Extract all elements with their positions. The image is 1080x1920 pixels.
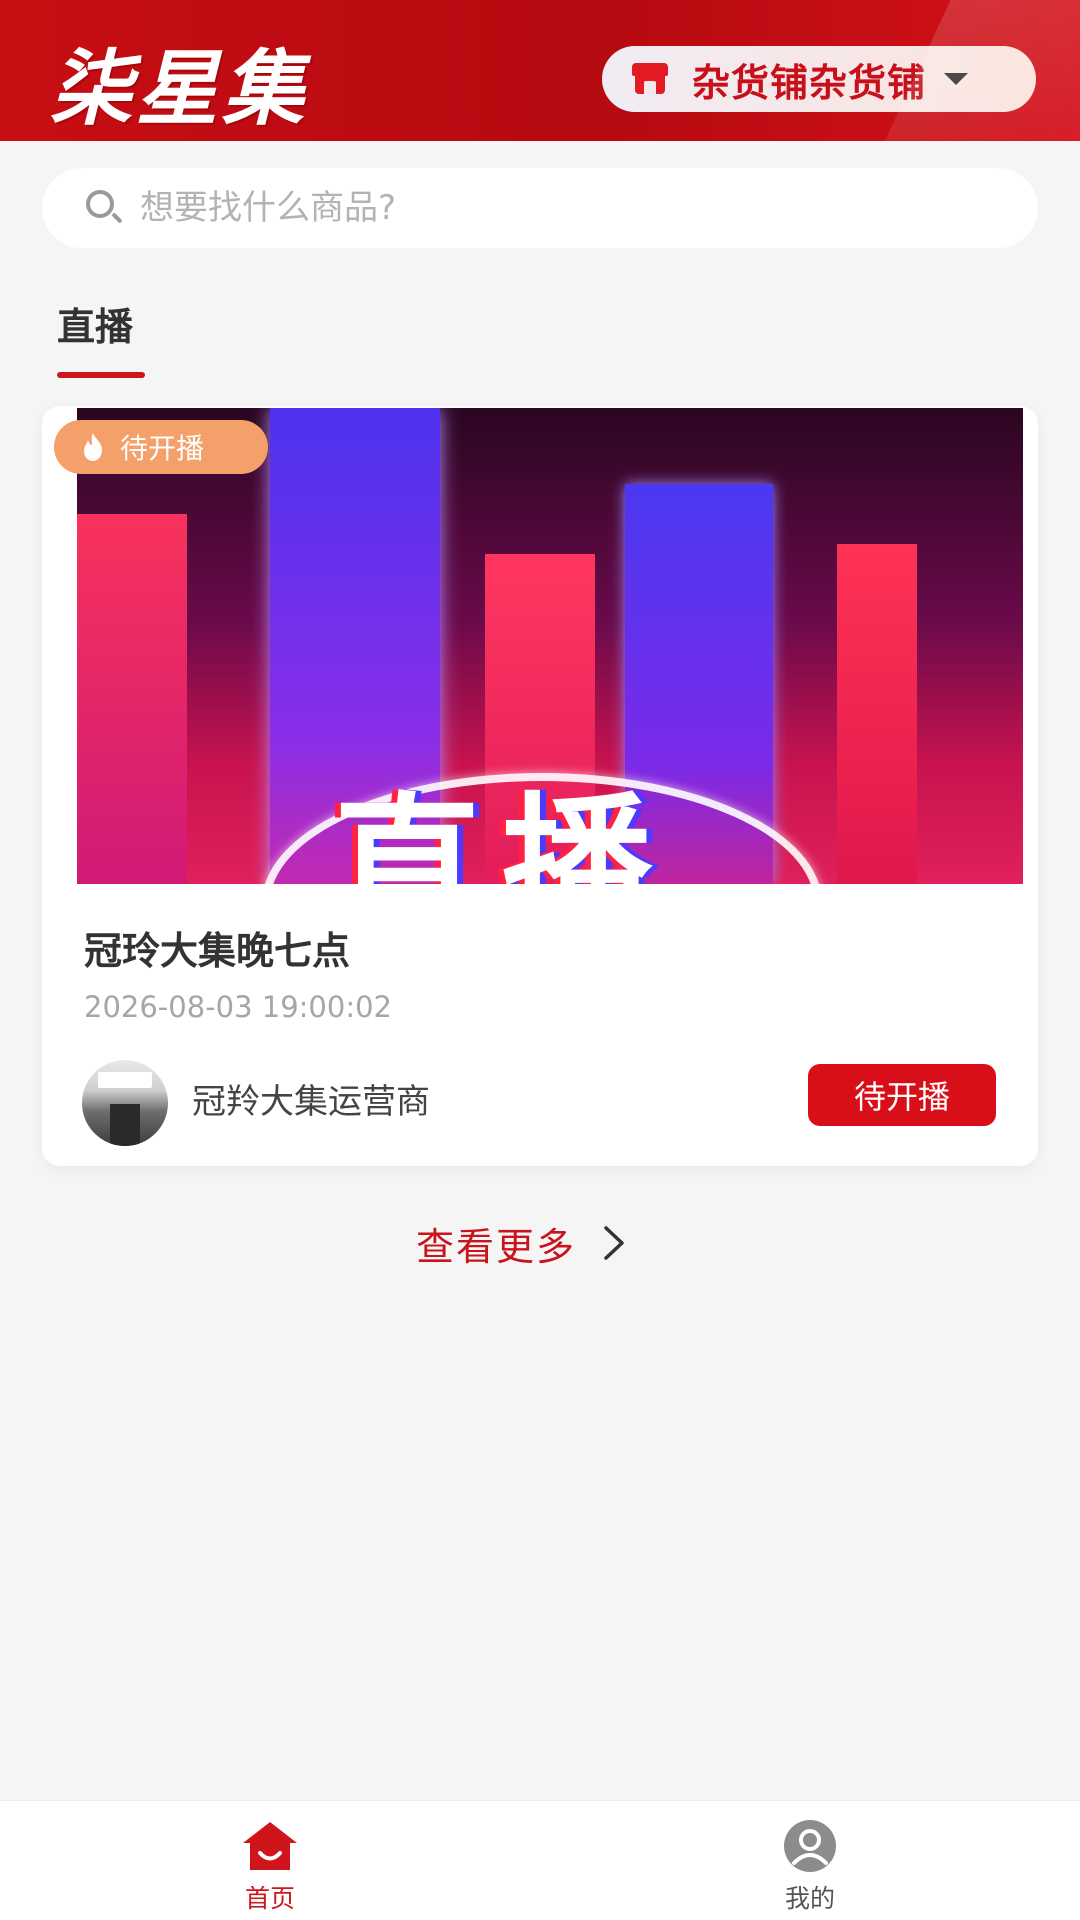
live-card[interactable]: 直播 待开播 冠玲大集晚七点 2026-08-03 19:00:02 冠羚大集运… bbox=[42, 406, 1038, 1166]
host-name: 冠羚大集运营商 bbox=[192, 1082, 430, 1122]
live-cover-image[interactable]: 直播 bbox=[77, 408, 1023, 884]
live-status-tag: 待开播 bbox=[54, 420, 268, 474]
nav-item-home-label: 首页 bbox=[244, 1884, 295, 1913]
view-more-link[interactable]: 查看更多 bbox=[416, 1215, 626, 1271]
search-input[interactable] bbox=[140, 188, 960, 228]
host-avatar bbox=[82, 1060, 168, 1146]
search-icon bbox=[84, 188, 124, 228]
home-icon bbox=[243, 1822, 297, 1870]
live-cover-text: 直播 bbox=[332, 780, 673, 884]
search-bar[interactable] bbox=[42, 168, 1038, 248]
store-selector-label: 杂货铺杂货铺 bbox=[692, 60, 927, 105]
caret-down-icon bbox=[944, 73, 969, 85]
app-logo: 柒星集 bbox=[50, 41, 308, 137]
live-status-button[interactable]: 待开播 bbox=[808, 1064, 996, 1126]
view-more-label: 查看更多 bbox=[416, 1224, 577, 1269]
nav-item-me[interactable]: 我的 bbox=[740, 1819, 880, 1919]
bottom-nav: 首页 我的 bbox=[0, 1800, 1080, 1920]
section-title-underline bbox=[57, 372, 145, 378]
live-start-time: 2026-08-03 19:00:02 bbox=[84, 990, 392, 1024]
user-icon bbox=[784, 1820, 836, 1872]
store-icon bbox=[632, 63, 668, 95]
store-selector[interactable]: 杂货铺杂货铺 bbox=[602, 46, 1036, 112]
app-header: 柒星集 杂货铺杂货铺 bbox=[0, 0, 1080, 141]
live-title: 冠玲大集晚七点 bbox=[84, 929, 351, 973]
chevron-right-icon bbox=[604, 1226, 624, 1260]
nav-item-me-label: 我的 bbox=[784, 1884, 835, 1913]
section-title-live: 直播 bbox=[57, 305, 134, 349]
nav-item-home[interactable]: 首页 bbox=[200, 1819, 340, 1919]
flame-icon bbox=[84, 433, 102, 461]
live-status-tag-label: 待开播 bbox=[120, 432, 205, 465]
